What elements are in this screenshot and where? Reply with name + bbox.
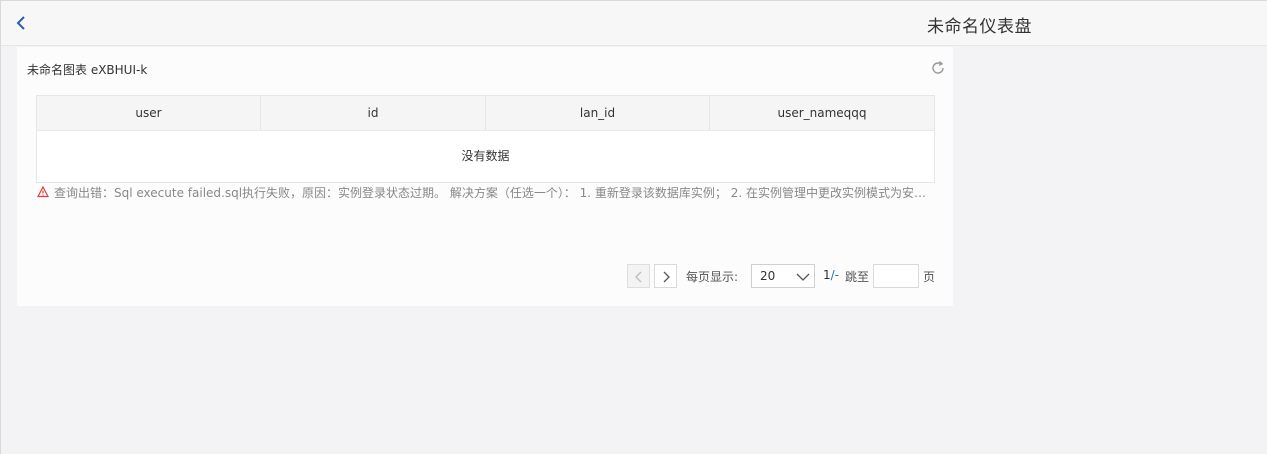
page-count: 1/- [823,268,839,282]
next-page-button[interactable] [654,264,677,288]
column-header-lan-id[interactable]: lan_id [486,96,710,131]
column-header-user-name[interactable]: user_nameqqq [710,96,934,131]
current-page: 1 [823,268,831,282]
jump-page-input[interactable] [873,264,919,288]
page-size-label: 每页显示: [686,270,739,284]
refresh-icon [932,60,944,74]
jump-suffix: 页 [923,270,936,284]
data-table: user id lan_id user_nameqqq 没有数据 [36,95,935,183]
refresh-button[interactable] [930,60,946,76]
chevron-down-icon [796,273,810,281]
page-title: 未命名仪表盘 [927,17,1032,37]
top-bar: 未命名仪表盘 [1,1,1267,46]
chevron-left-icon [16,16,25,30]
chevron-right-icon [663,271,670,283]
back-button[interactable] [13,14,31,32]
column-header-id[interactable]: id [261,96,486,131]
error-message: 查询出错：Sql execute failed.sql执行失败，原因：实例登录状… [37,184,937,200]
pagination: 每页显示: 20 1/- 跳至 页 [627,264,937,288]
empty-state: 没有数据 [461,149,510,163]
table-header: user id lan_id user_nameqqq [37,96,934,131]
jump-label: 跳至 [845,270,870,284]
prev-page-button[interactable] [627,264,650,288]
page-size-select[interactable]: 20 [751,264,815,288]
error-text: 查询出错：Sql execute failed.sql执行失败，原因：实例登录状… [54,185,937,200]
chart-card: 未命名图表 eXBHUI-k user id lan_id user_nameq… [17,47,953,306]
chart-title: 未命名图表 eXBHUI-k [27,63,148,77]
column-header-user[interactable]: user [37,96,261,131]
chevron-left-icon [635,271,642,283]
page-size-value: 20 [760,269,776,283]
total-pages: /- [830,268,840,282]
warning-triangle-icon [37,186,49,198]
